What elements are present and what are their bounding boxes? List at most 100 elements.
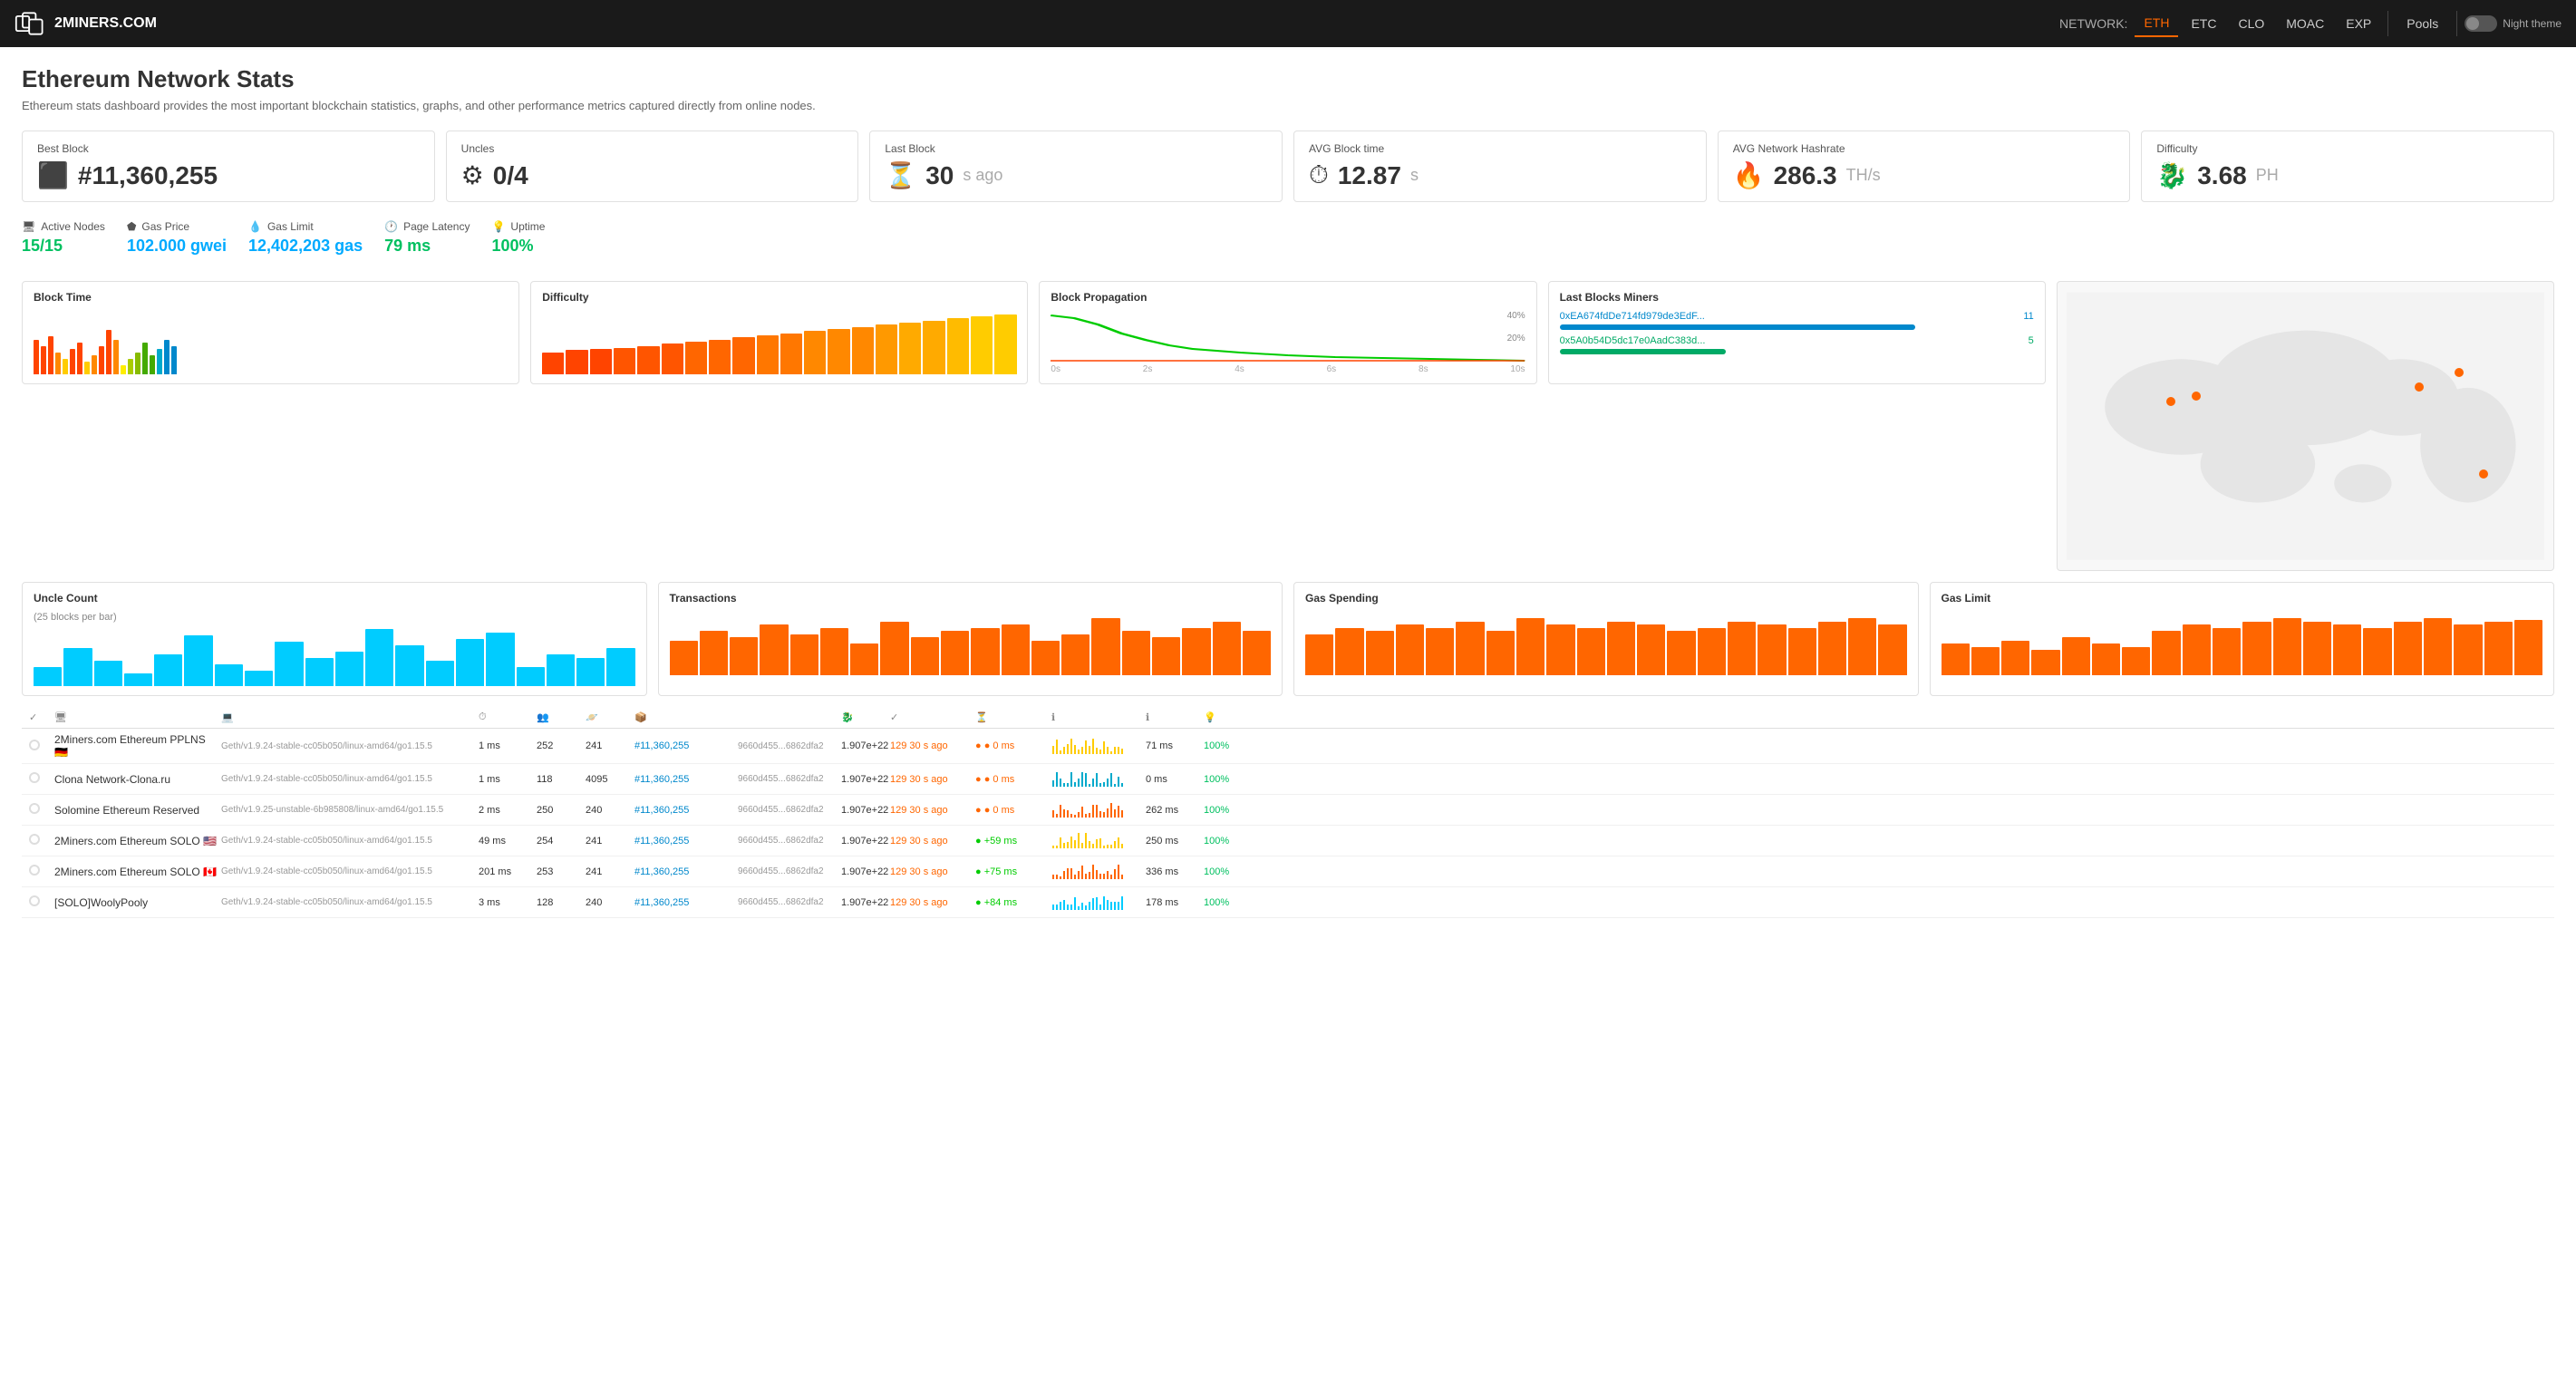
row-prop: ● ● 0 ms: [975, 740, 1048, 751]
th-ago: ✓: [890, 711, 972, 723]
row-lat2: 0 ms: [1146, 774, 1200, 785]
stat-best-block: Best Block ⬛ #11,360,255: [22, 131, 435, 202]
row-num: 1.907e+22: [841, 805, 886, 816]
miner-addr-0[interactable]: 0xEA674fdDe714fd979de3EdF...: [1560, 311, 1705, 322]
row-uptime: 100%: [1204, 805, 1258, 816]
chart-transactions: Transactions: [658, 582, 1283, 696]
stat-active-nodes: 🖥 Active Nodes 15/15: [22, 220, 105, 256]
nav-link-etc[interactable]: ETC: [2182, 11, 2225, 36]
row-uptime: 100%: [1204, 897, 1258, 908]
nav-link-exp[interactable]: EXP: [2337, 11, 2380, 36]
timer-icon: ⏱: [479, 711, 487, 722]
chart-block-time: Block Time: [22, 281, 519, 384]
row-peers: 254: [537, 836, 582, 847]
th-prop: ⏳: [975, 711, 1048, 723]
row-name: 2Miners.com Ethereum PPLNS 🇩🇪: [54, 733, 218, 759]
th-lat2: ℹ: [1146, 711, 1200, 723]
chart-block-propagation: Block Propagation 40% 20% 0s2s4s6s8s10s: [1039, 281, 1536, 384]
pools-link[interactable]: Pools: [2396, 11, 2449, 36]
row-hash: 9660d455...6862dfa2: [738, 866, 838, 876]
row-hash: 9660d455...6862dfa2: [738, 897, 838, 907]
stat-uncles: Uncles ⚙ 0/4: [446, 131, 859, 202]
row-num: 1.907e+22: [841, 866, 886, 877]
miner-entry-0: 0xEA674fdDe714fd979de3EdF... 11: [1560, 311, 2034, 330]
row-status: [29, 865, 51, 878]
nodes-table: ✓ 🖥 💻 ⏱ 👥 🪐 📦 🐉: [22, 707, 2554, 918]
row-version: Geth/v1.9.24-stable-cc05b050/linux-amd64…: [221, 741, 475, 751]
row-num: 1.907e+22: [841, 836, 886, 847]
row-pending: 240: [586, 897, 631, 908]
row-name: Clona Network-Clona.ru: [54, 773, 218, 786]
row-block: #11,360,255: [634, 836, 734, 847]
propagation-chart-area: 40% 20% 0s2s4s6s8s10s: [1051, 311, 1525, 374]
th-version: 💻: [221, 711, 475, 723]
chart-difficulty: Difficulty: [530, 281, 1028, 384]
difficulty-value: 3.68: [2197, 161, 2247, 190]
page-subtitle: Ethereum stats dashboard provides the mo…: [22, 99, 2554, 112]
nav-link-clo[interactable]: CLO: [2229, 11, 2273, 36]
row-prop: ● +75 ms: [975, 866, 1048, 877]
page-title: Ethereum Network Stats: [22, 65, 2554, 93]
navbar: 2MINERS.COM NETWORK: ETH ETC CLO MOAC EX…: [0, 0, 2576, 47]
row-prop: ● +84 ms: [975, 897, 1048, 908]
row-name: [SOLO]WoolyPooly: [54, 896, 218, 909]
monitor-icon: 🖥: [22, 220, 35, 233]
table-row: [SOLO]WoolyPooly Geth/v1.9.24-stable-cc0…: [22, 887, 2554, 918]
miners-list: 0xEA674fdDe714fd979de3EdF... 11 0x5A0b54…: [1560, 311, 2034, 354]
row-version: Geth/v1.9.25-unstable-6b985808/linux-amd…: [221, 805, 475, 815]
row-peers: 128: [537, 897, 582, 908]
block-time-bars: [34, 311, 508, 374]
uptime-icon: 💡: [491, 220, 505, 233]
row-lat2: 250 ms: [1146, 836, 1200, 847]
th-latency: ⏱: [479, 711, 533, 723]
miner-entry-1: 0x5A0b54D5dc17e0AadC383d... 5: [1560, 335, 2034, 354]
row-chart: [1051, 736, 1142, 757]
uncles-value: 0/4: [493, 161, 528, 190]
table-row: Solomine Ethereum Reserved Geth/v1.9.25-…: [22, 795, 2554, 826]
logo[interactable]: 2MINERS.COM: [15, 11, 157, 36]
th-peers: 👥: [537, 711, 582, 723]
row-name: 2Miners.com Ethereum SOLO 🇺🇸: [54, 835, 218, 847]
row-uptime: 100%: [1204, 836, 1258, 847]
stat-uptime: 💡 Uptime 100%: [491, 220, 545, 256]
last-block-value: 30: [925, 161, 954, 190]
gas-spending-bars: [1305, 612, 1907, 675]
monitor-icon-th: 🖥: [54, 712, 67, 723]
row-latency: 201 ms: [479, 866, 533, 877]
difficulty-icon: 🐉: [2156, 160, 2188, 190]
latency-icon: 🕐: [384, 220, 398, 233]
chart-last-blocks-miners: Last Blocks Miners 0xEA674fdDe714fd979de…: [1548, 281, 2046, 384]
gas-limit-icon: 💧: [248, 220, 262, 233]
row-hash: 9660d455...6862dfa2: [738, 774, 838, 784]
page-latency-value: 79 ms: [384, 237, 470, 256]
table-body: 2Miners.com Ethereum PPLNS 🇩🇪 Geth/v1.9.…: [22, 729, 2554, 918]
stat-last-block: Last Block ⏳ 30 s ago: [869, 131, 1283, 202]
nav-link-moac[interactable]: MOAC: [2277, 11, 2333, 36]
table-row: 2Miners.com Ethereum SOLO 🇺🇸 Geth/v1.9.2…: [22, 826, 2554, 856]
avg-block-time-value: 12.87: [1338, 161, 1401, 190]
stats-row-1: Best Block ⬛ #11,360,255 Uncles ⚙ 0/4 La…: [22, 131, 2554, 202]
chart-gas-limit: Gas Limit: [1930, 582, 2555, 696]
hashrate-value: 286.3: [1774, 161, 1837, 190]
miner-addr-1[interactable]: 0x5A0b54D5dc17e0AadC383d...: [1560, 335, 1706, 346]
uncles-icon: ⚙: [461, 160, 484, 190]
row-name: 2Miners.com Ethereum SOLO 🇨🇦: [54, 866, 218, 878]
row-chart: [1051, 830, 1142, 851]
chart-uncle-count: Uncle Count (25 blocks per bar): [22, 582, 647, 696]
row-prop: ● +59 ms: [975, 836, 1048, 847]
nav-link-eth[interactable]: ETH: [2135, 10, 2178, 37]
row-peers: 253: [537, 866, 582, 877]
row-version: Geth/v1.9.24-stable-cc05b050/linux-amd64…: [221, 866, 475, 876]
world-map: [2057, 281, 2554, 571]
row-latency: 49 ms: [479, 836, 533, 847]
row-pending: 240: [586, 805, 631, 816]
nav-divider: [2387, 11, 2388, 36]
row-pending: 241: [586, 836, 631, 847]
row-pending: 4095: [586, 774, 631, 785]
row-name: Solomine Ethereum Reserved: [54, 804, 218, 817]
row-status: [29, 740, 51, 753]
night-theme-toggle[interactable]: Night theme: [2465, 15, 2561, 32]
row-uptime: 100%: [1204, 866, 1258, 877]
table-row: 2Miners.com Ethereum PPLNS 🇩🇪 Geth/v1.9.…: [22, 729, 2554, 764]
row-version: Geth/v1.9.24-stable-cc05b050/linux-amd64…: [221, 774, 475, 784]
